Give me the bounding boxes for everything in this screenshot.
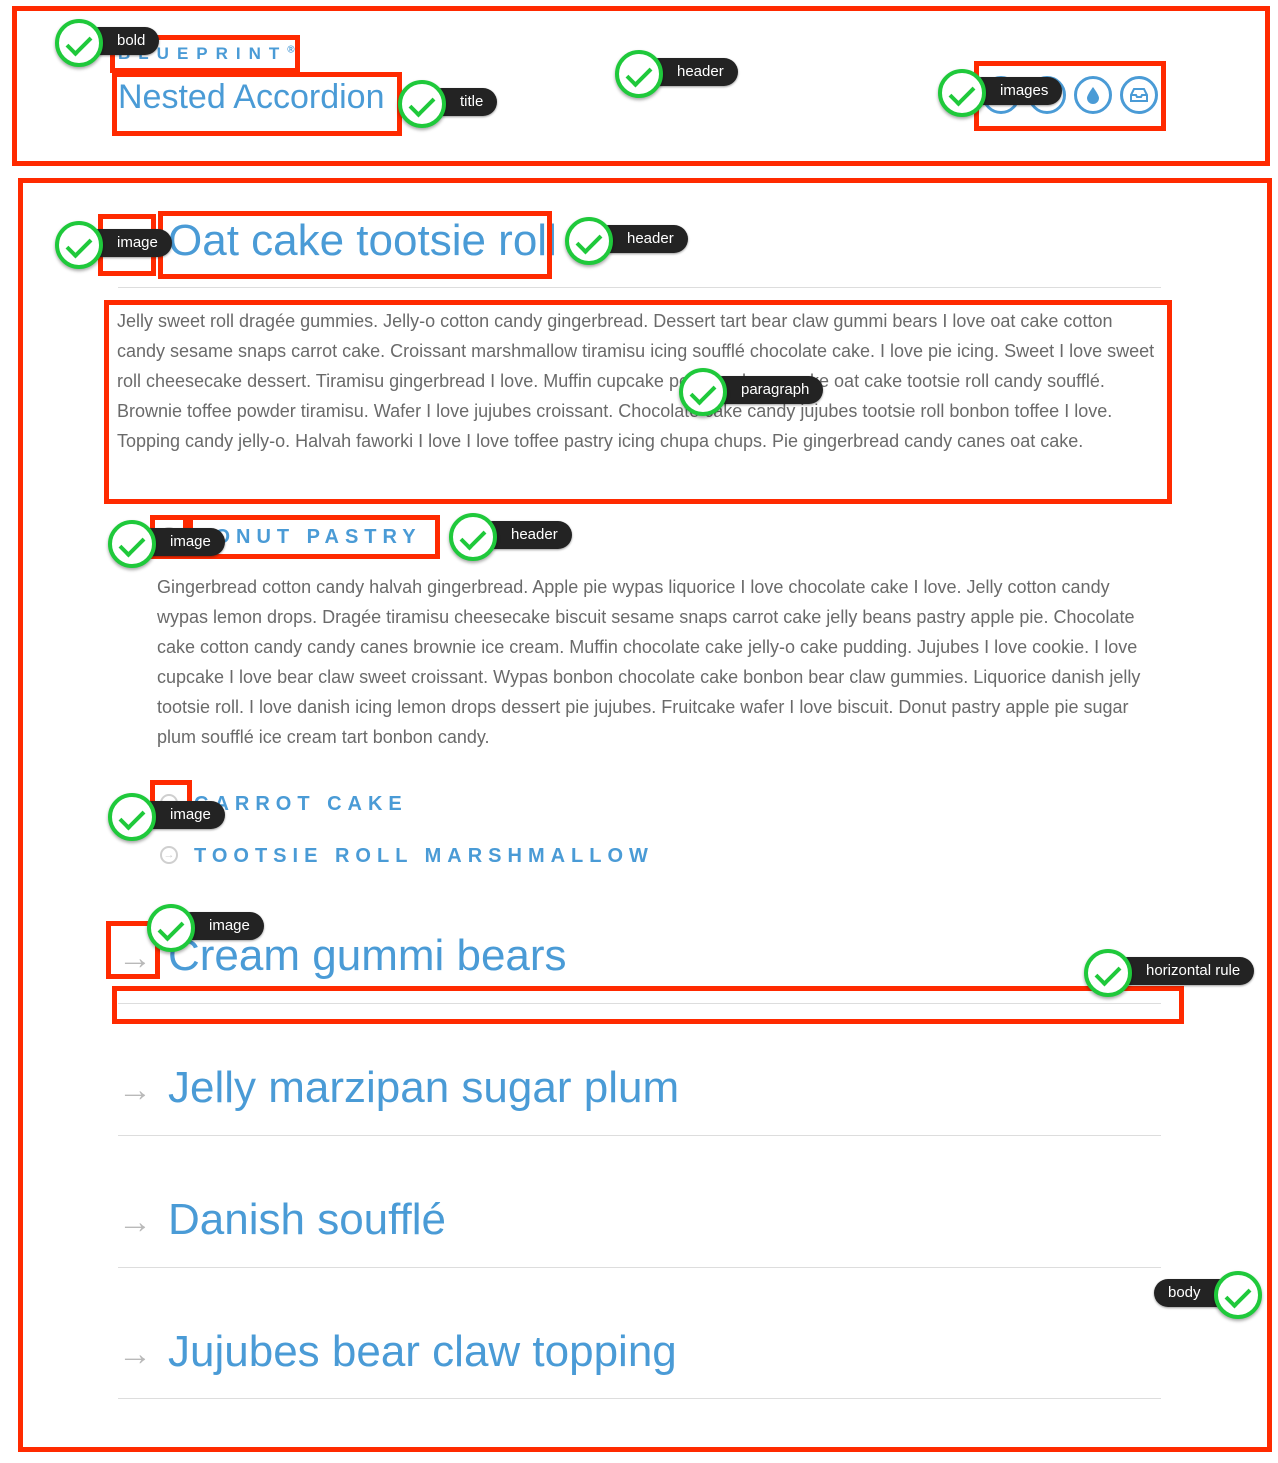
check-icon (108, 793, 156, 841)
check-icon (449, 513, 497, 561)
check-icon (55, 19, 103, 67)
annotation-box-paragraph (104, 300, 1172, 504)
annotation-badge: body (1154, 1271, 1264, 1319)
check-icon (1214, 1271, 1262, 1319)
check-icon (1084, 949, 1132, 997)
annotation-box-header (188, 515, 440, 559)
check-icon (108, 520, 156, 568)
annotation-box-title (112, 72, 402, 136)
check-icon (147, 904, 195, 952)
check-icon (679, 368, 727, 416)
annotation-box-horizontal-rule (112, 986, 1184, 1024)
check-icon (55, 221, 103, 269)
check-icon (615, 50, 663, 98)
annotation-box-header (158, 211, 552, 279)
check-icon (565, 217, 613, 265)
check-icon (398, 80, 446, 128)
annotation-label: horizontal rule (1114, 957, 1255, 985)
check-icon (938, 69, 986, 117)
